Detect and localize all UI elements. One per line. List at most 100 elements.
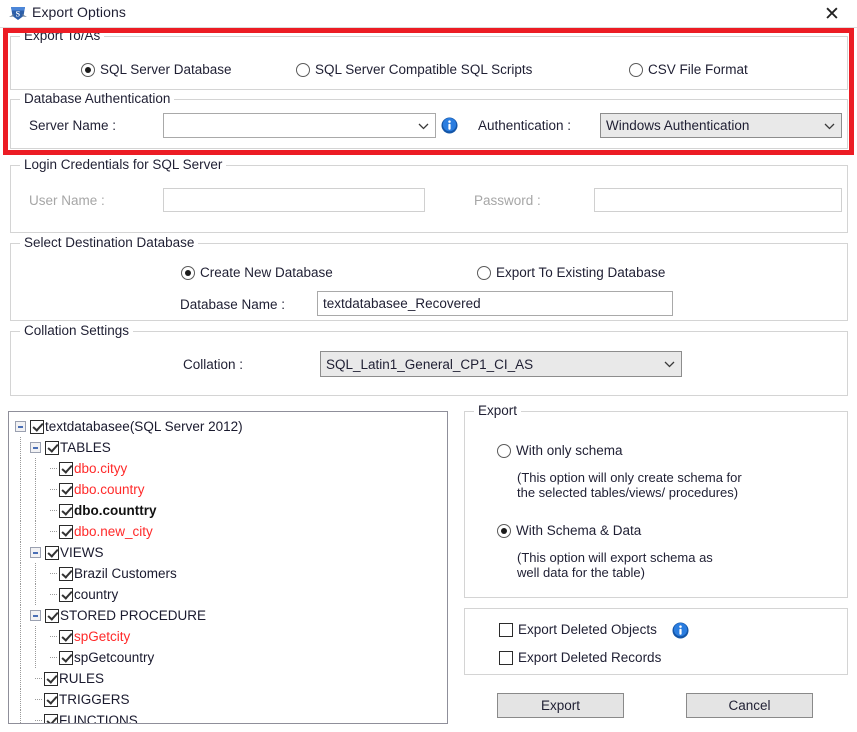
tree-node[interactable]: dbo.new_city xyxy=(15,521,447,542)
server-name-combobox[interactable] xyxy=(163,113,436,138)
tree-node-label: VIEWS xyxy=(60,545,104,560)
tree-checkbox-icon[interactable] xyxy=(45,608,59,623)
radio-label: With Schema & Data xyxy=(516,523,642,538)
tree-checkbox-icon[interactable] xyxy=(44,692,58,707)
chevron-down-icon[interactable] xyxy=(418,123,429,129)
tree-node[interactable]: spGetcity xyxy=(15,626,447,647)
tree-node[interactable]: spGetcountry xyxy=(15,647,447,668)
checkbox-export-deleted-records[interactable]: Export Deleted Records xyxy=(499,650,661,665)
collation-combobox[interactable]: SQL_Latin1_General_CP1_CI_AS xyxy=(320,351,682,377)
tree-node-label: TABLES xyxy=(60,440,111,455)
tree-guide xyxy=(30,626,45,647)
tree-guide xyxy=(30,479,45,500)
tree-checkbox-icon[interactable] xyxy=(30,419,44,434)
export-mode-group: Export With only schema (This option wil… xyxy=(464,403,848,598)
radio-export-to-existing-database[interactable]: Export To Existing Database xyxy=(477,265,665,280)
export-to-as-legend: Export To/As xyxy=(20,28,105,43)
authentication-combobox[interactable]: Windows Authentication xyxy=(600,113,842,138)
tree-guide xyxy=(45,458,59,479)
collation-value: SQL_Latin1_General_CP1_CI_AS xyxy=(326,356,534,372)
chevron-down-icon[interactable] xyxy=(664,361,675,368)
tree-expander-icon[interactable] xyxy=(30,610,41,621)
login-credentials-legend: Login Credentials for SQL Server xyxy=(20,157,227,172)
checkbox-export-deleted-objects[interactable]: Export Deleted Objects xyxy=(499,621,689,639)
login-credentials-group: Login Credentials for SQL Server User Na… xyxy=(10,157,848,233)
radio-with-only-schema[interactable]: With only schema xyxy=(497,443,623,458)
tree-node[interactable]: FUNCTIONS xyxy=(15,710,447,723)
database-name-input[interactable]: textdatabasee_Recovered xyxy=(317,291,673,316)
tree-node[interactable]: STORED PROCEDURE xyxy=(15,605,447,626)
cancel-button[interactable]: Cancel xyxy=(686,693,813,718)
user-name-input[interactable] xyxy=(163,188,425,212)
database-name-label: Database Name : xyxy=(180,297,286,312)
tree-checkbox-icon[interactable] xyxy=(59,650,73,665)
tree-node[interactable]: RULES xyxy=(15,668,447,689)
checkbox-icon[interactable] xyxy=(499,650,513,665)
tree-expander-icon[interactable] xyxy=(30,442,41,453)
close-icon[interactable]: ✕ xyxy=(817,3,847,25)
tree-checkbox-icon[interactable] xyxy=(59,461,73,476)
radio-icon[interactable] xyxy=(497,443,511,458)
tree-checkbox-icon[interactable] xyxy=(59,566,73,581)
tree-checkbox-icon[interactable] xyxy=(59,503,73,518)
password-input[interactable] xyxy=(594,188,842,212)
tree-node[interactable]: TRIGGERS xyxy=(15,689,447,710)
tree-node-label: Brazil Customers xyxy=(74,566,177,581)
tree-guide xyxy=(30,647,45,668)
export-button[interactable]: Export xyxy=(497,693,624,718)
authentication-value: Windows Authentication xyxy=(606,118,750,133)
server-name-label: Server Name : xyxy=(29,118,117,133)
radio-label: SQL Server Database xyxy=(100,62,232,77)
database-authentication-group: Database Authentication Server Name : Au… xyxy=(10,91,848,149)
radio-csv-file-format[interactable]: CSV File Format xyxy=(629,62,748,77)
tree-guide xyxy=(15,584,30,605)
radio-icon[interactable] xyxy=(497,523,511,538)
radio-create-new-database[interactable]: Create New Database xyxy=(181,265,333,280)
schema-only-description: (This option will only create schema for… xyxy=(517,470,742,500)
chevron-down-icon[interactable] xyxy=(824,123,835,129)
tree-guide xyxy=(45,626,59,647)
tree-node[interactable]: textdatabasee(SQL Server 2012) xyxy=(15,416,447,437)
tree-node[interactable]: dbo.country xyxy=(15,479,447,500)
tree-node[interactable]: VIEWS xyxy=(15,542,447,563)
tree-node[interactable]: country xyxy=(15,584,447,605)
tree-node[interactable]: Brazil Customers xyxy=(15,563,447,584)
tree-checkbox-icon[interactable] xyxy=(45,545,59,560)
tree-expander-icon[interactable] xyxy=(15,421,26,432)
tree-checkbox-icon[interactable] xyxy=(59,524,73,539)
tree-guide xyxy=(15,563,30,584)
collation-label: Collation : xyxy=(183,357,244,372)
tree-guide xyxy=(15,479,30,500)
tree-checkbox-icon[interactable] xyxy=(59,482,73,497)
radio-sql-scripts[interactable]: SQL Server Compatible SQL Scripts xyxy=(296,62,532,77)
tree-guide xyxy=(30,521,45,542)
tree-checkbox-icon[interactable] xyxy=(45,440,59,455)
radio-sql-server-database[interactable]: SQL Server Database xyxy=(81,62,232,77)
tree-expander-icon[interactable] xyxy=(30,547,41,558)
tree-node[interactable]: dbo.cityy xyxy=(15,458,447,479)
tree-checkbox-icon[interactable] xyxy=(44,671,58,686)
info-icon[interactable] xyxy=(441,117,458,134)
window-title: Export Options xyxy=(32,4,126,20)
radio-label: SQL Server Compatible SQL Scripts xyxy=(315,62,533,77)
tree-checkbox-icon[interactable] xyxy=(44,713,58,723)
authentication-label: Authentication : xyxy=(478,118,572,133)
object-tree-panel[interactable]: textdatabasee(SQL Server 2012) TABLES dbo.… xyxy=(8,411,448,724)
tree-checkbox-icon[interactable] xyxy=(59,587,73,602)
tree-guide xyxy=(15,437,30,458)
radio-icon[interactable] xyxy=(181,265,195,280)
checkbox-icon[interactable] xyxy=(499,622,513,637)
tree-guide xyxy=(30,668,44,689)
radio-icon[interactable] xyxy=(629,62,643,77)
export-mode-legend: Export xyxy=(474,403,522,418)
radio-icon[interactable] xyxy=(296,62,310,77)
tree-node[interactable]: dbo.counttry xyxy=(15,500,447,521)
tree-node[interactable]: TABLES xyxy=(15,437,447,458)
radio-with-schema-and-data[interactable]: With Schema & Data xyxy=(497,523,641,538)
tree-node-label: textdatabasee(SQL Server 2012) xyxy=(45,419,243,434)
info-icon[interactable] xyxy=(672,622,689,639)
tree-checkbox-icon[interactable] xyxy=(59,629,73,644)
radio-label: CSV File Format xyxy=(648,62,748,77)
radio-icon[interactable] xyxy=(477,265,491,280)
radio-icon[interactable] xyxy=(81,62,95,77)
